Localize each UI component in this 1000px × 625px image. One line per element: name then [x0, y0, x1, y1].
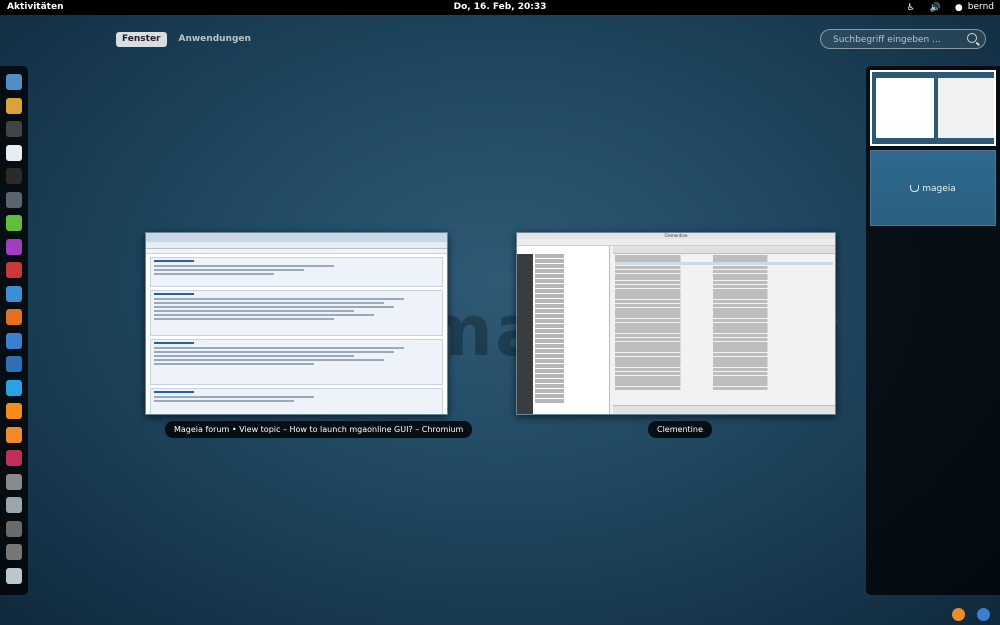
workspace-logo: mageia — [871, 184, 995, 194]
menu-bar — [517, 239, 835, 246]
forum-post — [150, 257, 443, 287]
window-chromium[interactable] — [145, 232, 448, 415]
workspace-2[interactable]: mageia — [870, 150, 996, 226]
clementine-icon[interactable] — [6, 426, 22, 443]
vlc-icon[interactable] — [6, 403, 22, 419]
search-input[interactable] — [831, 32, 971, 48]
window-clementine[interactable]: Clementine — [516, 232, 836, 415]
forum-post — [150, 339, 443, 385]
chromium-icon[interactable] — [6, 332, 22, 349]
search-box — [820, 29, 986, 49]
library-list — [535, 254, 607, 412]
playlist-tabs — [613, 246, 835, 254]
globe-icon[interactable] — [6, 285, 22, 302]
user-name: bernd — [967, 2, 994, 12]
top-bar: Aktivitäten Do, 16. Feb, 20:33 ♿ 🔊 ● ber… — [0, 0, 1000, 15]
forum-post — [150, 388, 443, 414]
game-icon[interactable] — [6, 450, 22, 466]
console-icon[interactable] — [6, 168, 22, 184]
playlist — [613, 254, 835, 391]
printer-icon[interactable] — [6, 473, 22, 490]
network-tray-icon[interactable] — [977, 608, 990, 621]
window-caption-chromium[interactable]: Mageia forum • View topic – How to launc… — [165, 421, 473, 438]
image-viewer-icon[interactable] — [6, 74, 22, 90]
network-icon[interactable] — [6, 356, 22, 372]
message-tray — [952, 608, 990, 621]
tools-icon[interactable] — [6, 97, 22, 114]
tab-applications[interactable]: Anwendungen — [173, 32, 257, 47]
clementine-tray-icon[interactable] — [952, 608, 965, 621]
settings-icon[interactable] — [6, 497, 22, 513]
browser-tab-bar — [146, 233, 447, 242]
user-menu[interactable]: ● bernd — [954, 0, 994, 15]
dash — [0, 66, 28, 595]
window-caption-clementine[interactable]: Clementine — [648, 421, 712, 438]
volume-icon[interactable]: 🔊 — [930, 3, 941, 13]
clock[interactable]: Do, 16. Feb, 20:33 — [0, 0, 1000, 15]
accessibility-icon[interactable]: ♿ — [906, 3, 916, 13]
disc-icon[interactable] — [6, 520, 22, 537]
firefox-icon[interactable] — [6, 309, 22, 325]
workspace-1[interactable] — [870, 70, 996, 146]
mageia-icon — [910, 185, 920, 192]
library-pane — [517, 246, 610, 414]
status-bar — [613, 405, 835, 414]
workspace-window-thumb — [938, 78, 994, 138]
workspace-window-thumb — [876, 78, 934, 138]
red-app-icon[interactable] — [6, 262, 22, 278]
wave-icon[interactable] — [6, 238, 22, 255]
user-icon: ● — [954, 2, 963, 13]
forum-post — [150, 290, 443, 336]
view-selector: Fenster Anwendungen — [116, 32, 257, 47]
monitor-icon[interactable] — [6, 191, 22, 208]
skype-icon[interactable] — [6, 379, 22, 396]
tab-windows[interactable]: Fenster — [116, 32, 167, 47]
calculator-icon[interactable] — [6, 567, 22, 584]
status-area: ♿ 🔊 ● bernd — [906, 0, 994, 15]
browser-toolbar — [146, 242, 447, 249]
search-icon — [967, 33, 977, 43]
sidebar — [517, 254, 533, 414]
leaf-icon[interactable] — [6, 215, 22, 231]
drive-icon[interactable] — [6, 544, 22, 560]
bookmarks-bar — [146, 249, 447, 254]
document-icon[interactable] — [6, 144, 22, 161]
terminal-icon[interactable] — [6, 121, 22, 137]
playlist-pane — [613, 246, 835, 414]
